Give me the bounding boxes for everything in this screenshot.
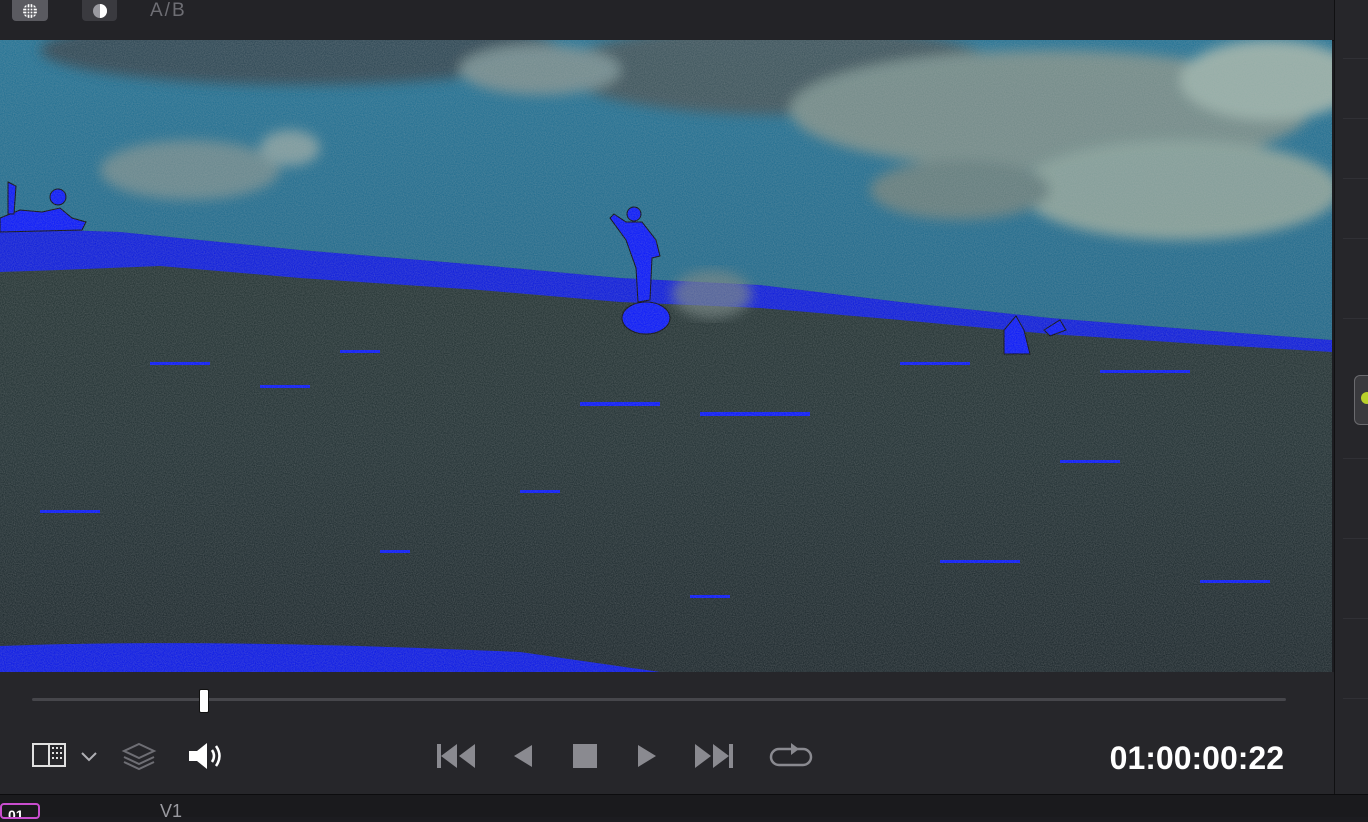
ab-compare-label[interactable]: A/B [150, 0, 187, 21]
panel-divider [1343, 618, 1368, 619]
half-circle-mask-icon [92, 3, 107, 18]
layers-button[interactable] [120, 740, 158, 772]
loop-icon [769, 743, 813, 767]
panel-divider [1343, 58, 1368, 59]
panel-divider [1343, 238, 1368, 239]
play-icon [638, 745, 656, 767]
stop-icon [573, 744, 597, 768]
panel-divider [1343, 318, 1368, 319]
timecode-display: 01:00:00:22 [1109, 740, 1284, 776]
panel-divider [1343, 458, 1368, 459]
play-reverse-button[interactable] [508, 740, 536, 772]
loop-button[interactable] [768, 740, 814, 772]
color-node[interactable] [1354, 375, 1368, 425]
first-frame-button[interactable] [434, 740, 478, 772]
layers-icon [121, 742, 157, 771]
viewer-toolbar: A/B [0, 0, 1334, 41]
video-frame [0, 40, 1332, 672]
highlight-mask-button[interactable] [82, 0, 117, 21]
speaker-icon [189, 743, 221, 769]
video-viewer[interactable] [0, 40, 1332, 672]
skip-to-end-icon [695, 744, 733, 768]
panel-divider [1343, 118, 1368, 119]
play-button[interactable] [632, 740, 662, 772]
stop-button[interactable] [568, 740, 602, 772]
clip-tab[interactable]: 01 [0, 803, 40, 819]
skip-to-start-icon [437, 744, 475, 768]
track-label-v1: V1 [160, 801, 183, 821]
viewer-mode-button[interactable] [30, 740, 68, 770]
playhead-handle[interactable] [198, 689, 209, 713]
viewer-split-icon [32, 743, 66, 767]
panel-divider [1343, 698, 1368, 699]
grid-overlay-button[interactable] [12, 0, 48, 21]
grid-globe-icon [23, 3, 37, 18]
node-output-dot[interactable] [1361, 392, 1368, 404]
last-frame-button[interactable] [692, 740, 736, 772]
scrubber-track[interactable] [32, 698, 1286, 701]
viewer-mode-dropdown[interactable] [78, 746, 100, 766]
panel-divider [1343, 538, 1368, 539]
audio-button[interactable] [184, 740, 226, 772]
chevron-down-icon [81, 752, 97, 762]
panel-divider [1343, 178, 1368, 179]
timeline-header: 01 V1 [0, 794, 1368, 821]
playback-controls: 01:00:00:22 [0, 672, 1334, 794]
play-reverse-icon [514, 745, 532, 767]
